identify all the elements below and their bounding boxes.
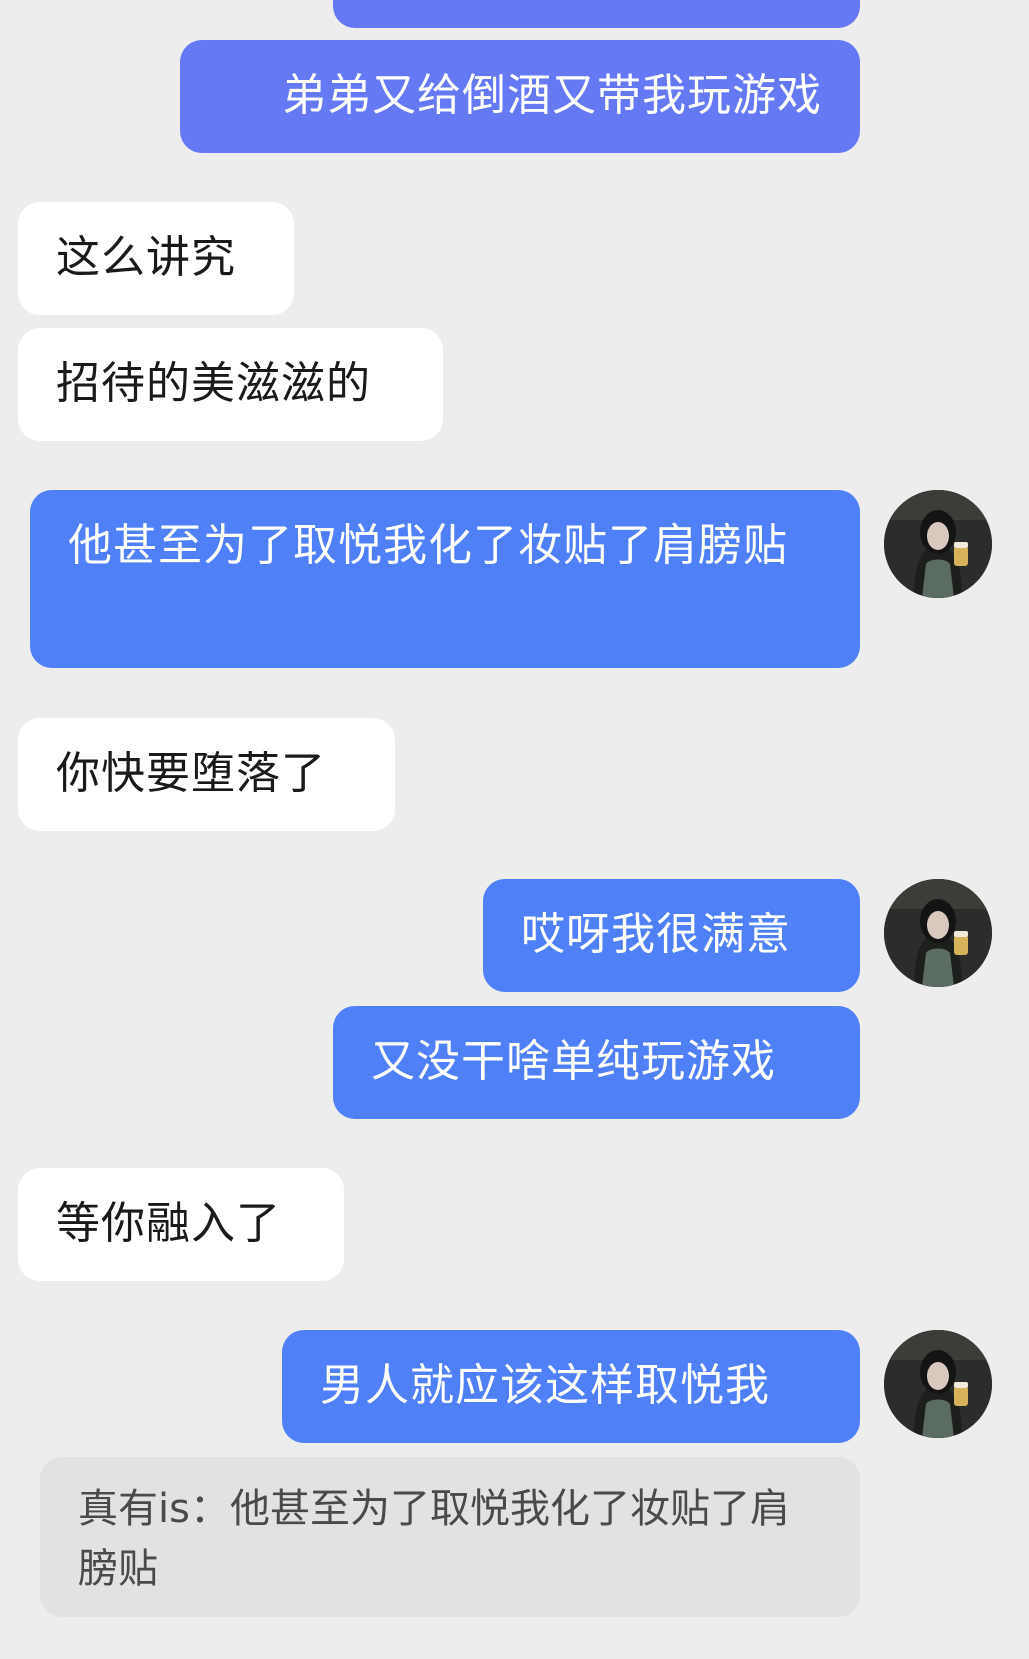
message-bubble-incoming[interactable]: 这么讲究 (18, 202, 294, 315)
message-bubble-outgoing[interactable] (333, 0, 860, 28)
user-avatar-icon (884, 879, 992, 987)
message-bubble-incoming[interactable]: 你快要堕落了 (18, 718, 395, 831)
message-bubble-incoming[interactable]: 等你融入了 (18, 1168, 344, 1281)
avatar[interactable] (884, 879, 992, 987)
quoted-reply[interactable]: 真有is：他甚至为了取悦我化了妆贴了肩膀贴 (40, 1457, 860, 1617)
message-bubble-outgoing[interactable]: 哎呀我很满意 (483, 879, 860, 992)
message-bubble-incoming[interactable]: 招待的美滋滋的 (18, 328, 443, 441)
message-bubble-outgoing[interactable]: 男人就应该这样取悦我 (282, 1330, 860, 1443)
message-bubble-outgoing[interactable]: 他甚至为了取悦我化了妆贴了肩膀贴 (30, 490, 860, 668)
avatar[interactable] (884, 1330, 992, 1438)
message-bubble-outgoing[interactable]: 又没干啥单纯玩游戏 (333, 1006, 860, 1119)
avatar[interactable] (884, 490, 992, 598)
message-bubble-outgoing[interactable]: 弟弟又给倒酒又带我玩游戏 (180, 40, 860, 153)
user-avatar-icon (884, 490, 992, 598)
user-avatar-icon (884, 1330, 992, 1438)
